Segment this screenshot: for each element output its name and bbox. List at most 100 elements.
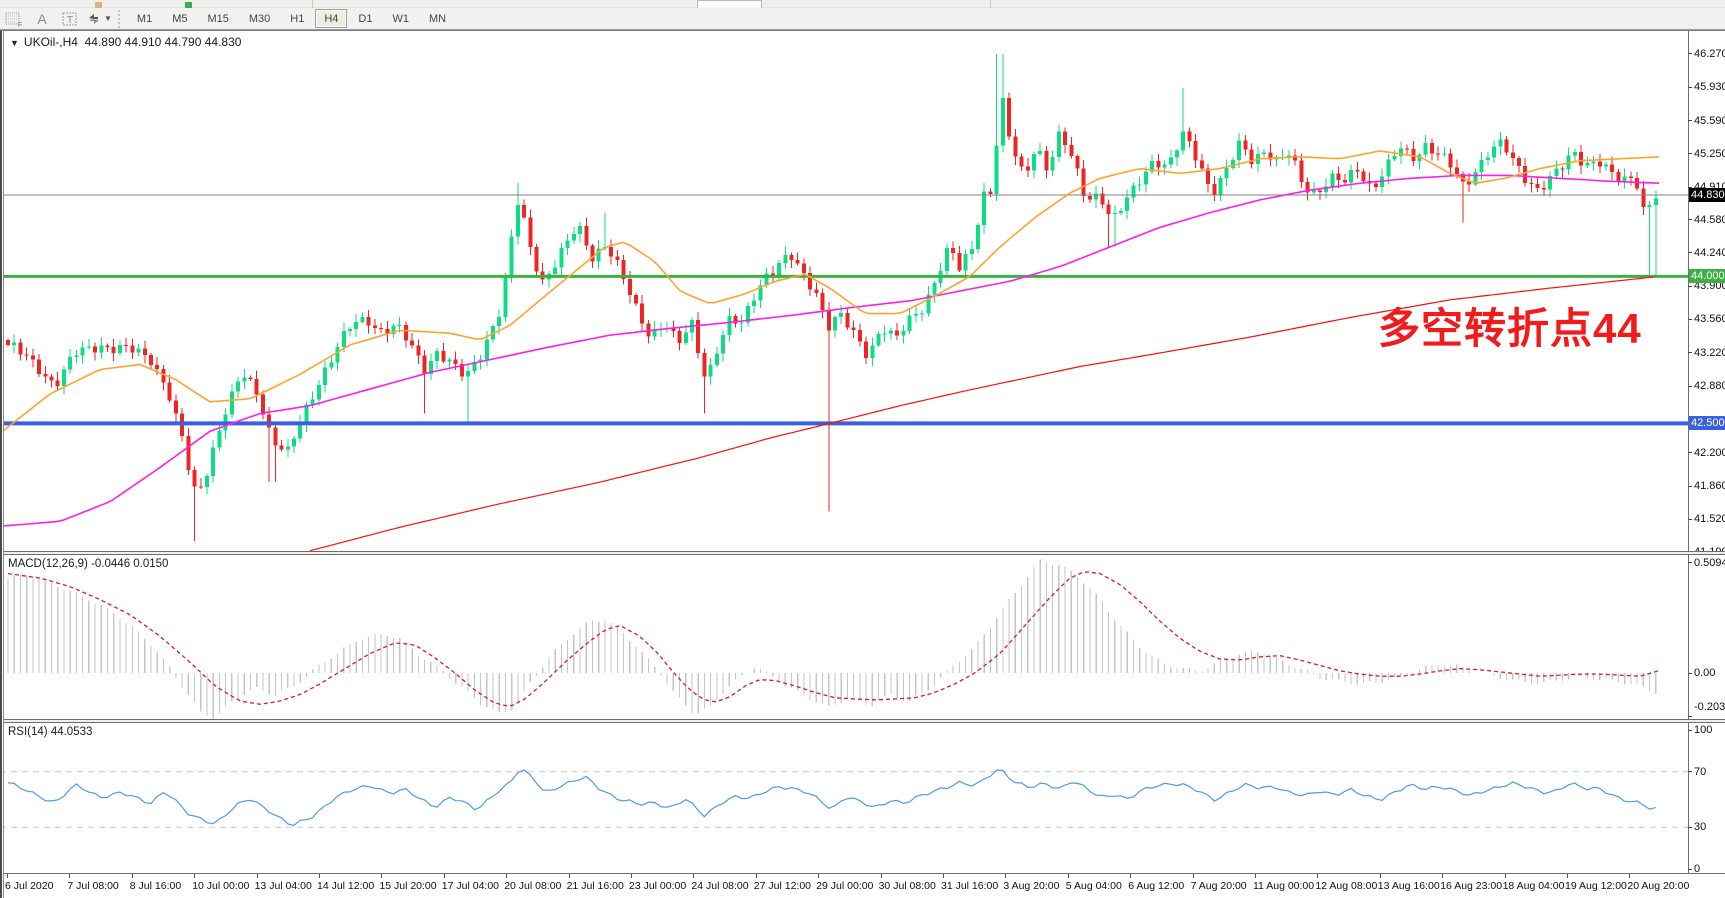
timeframe-button-d1[interactable]: D1 <box>349 9 381 28</box>
time-axis-label: 13 Jul 04:00 <box>255 880 312 892</box>
macd-tick <box>1688 673 1692 674</box>
rsi-panel: RSI(14) 44.0533 10070300 <box>0 723 1725 873</box>
timeframe-button-m15[interactable]: M15 <box>198 9 237 28</box>
price-axis-label: 45.590 <box>1694 115 1725 127</box>
time-axis-label: 7 Aug 20:00 <box>1191 880 1247 892</box>
timeframe-button-m5[interactable]: M5 <box>163 9 196 28</box>
time-tick <box>194 874 195 878</box>
price-tick <box>1688 319 1692 320</box>
price-axis-label: 43.560 <box>1694 313 1725 325</box>
price-tick <box>1688 219 1692 220</box>
rsi-tick <box>1688 730 1692 731</box>
price-axis-label: 42.200 <box>1694 447 1725 459</box>
rsi-chart-canvas[interactable] <box>0 723 1688 873</box>
panel-splitter[interactable] <box>0 719 1725 723</box>
macd-panel: MACD(12,26,9) -0.0446 0.0150 0.5094 0.00 -… <box>0 555 1725 719</box>
main-chart-canvas[interactable] <box>0 31 1688 551</box>
time-tick <box>257 874 258 878</box>
timeframe-button-w1[interactable]: W1 <box>383 9 418 28</box>
main-price-panel: ▼UKOil-,H4 44.890 44.910 44.790 44.830 多… <box>0 31 1725 551</box>
time-tick <box>381 874 382 878</box>
macd-chart-canvas[interactable] <box>0 555 1688 719</box>
timeframe-button-m1[interactable]: M1 <box>128 9 161 28</box>
time-axis-label: 12 Aug 08:00 <box>1315 880 1377 892</box>
time-axis-label: 3 Aug 20:00 <box>1003 880 1059 892</box>
time-tick <box>693 874 694 878</box>
time-axis-label: 10 Jul 00:00 <box>192 880 249 892</box>
toolbar-separator <box>990 0 991 8</box>
time-axis-label: 5 Aug 04:00 <box>1066 880 1122 892</box>
time-tick <box>1317 874 1318 878</box>
rsi-tick <box>1688 827 1692 828</box>
indicators-dropdown-icon[interactable]: ▼ <box>86 9 112 29</box>
price-axis-label: 45.250 <box>1694 148 1725 160</box>
time-axis-label: 20 Jul 08:00 <box>504 880 561 892</box>
truncated-button <box>697 0 762 8</box>
timeframe-button-mn[interactable]: MN <box>420 9 455 28</box>
time-tick <box>631 874 632 878</box>
time-tick <box>1005 874 1006 878</box>
rsi-label: RSI(14) 44.0533 <box>8 726 92 738</box>
price-tick <box>1688 87 1692 88</box>
rsi-axis-label: 100 <box>1694 724 1712 736</box>
time-tick <box>1255 874 1256 878</box>
macd-axis-label: 0.5094 <box>1694 557 1725 569</box>
chart-ohlc-values: 44.890 44.910 44.790 44.830 <box>85 35 242 49</box>
price-tick <box>1688 53 1692 54</box>
time-tick <box>7 874 8 878</box>
time-tick <box>943 874 944 878</box>
rsi-axis-label: 30 <box>1694 821 1706 833</box>
time-axis-label: 6 Aug 12:00 <box>1128 880 1184 892</box>
price-tick <box>1688 120 1692 121</box>
time-axis-label: 11 Aug 00:00 <box>1253 880 1314 892</box>
time-tick <box>69 874 70 878</box>
macd-tick <box>1688 716 1692 717</box>
timeframe-button-h1[interactable]: H1 <box>281 9 313 28</box>
macd-axis-rail <box>1688 555 1689 719</box>
timeframe-button-h4[interactable]: H4 <box>315 9 347 28</box>
time-tick <box>1442 874 1443 878</box>
time-tick <box>1193 874 1194 878</box>
price-axis-label: 41.520 <box>1694 513 1725 525</box>
svg-text:F: F <box>18 22 22 27</box>
text-label-icon[interactable]: A <box>30 9 54 29</box>
time-tick <box>1505 874 1506 878</box>
text-box-icon[interactable]: T <box>58 9 82 29</box>
price-axis-label: 45.930 <box>1694 81 1725 93</box>
timeframe-button-m30[interactable]: M30 <box>240 9 279 28</box>
price-axis-rail <box>1688 31 1689 551</box>
price-tick <box>1688 252 1692 253</box>
price-badge: 44.830 <box>1689 188 1725 202</box>
templates-grid-icon[interactable]: F <box>2 9 26 29</box>
time-tick <box>818 874 819 878</box>
time-axis-label: 15 Jul 20:00 <box>379 880 436 892</box>
macd-axis-label: -0.2032 <box>1694 701 1725 713</box>
time-axis-label: 29 Jul 00:00 <box>816 880 873 892</box>
time-axis[interactable]: 6 Jul 20207 Jul 08:008 Jul 16:0010 Jul 0… <box>0 873 1725 898</box>
panel-splitter[interactable] <box>0 551 1725 555</box>
time-axis-label: 23 Jul 00:00 <box>629 880 686 892</box>
toolbar-separator <box>312 0 313 8</box>
price-axis-label: 41.860 <box>1694 480 1725 492</box>
price-badge: 42.500 <box>1689 416 1725 430</box>
price-axis-label: 42.880 <box>1694 380 1725 392</box>
macd-tick <box>1688 562 1692 563</box>
price-tick <box>1688 286 1692 287</box>
price-tick <box>1688 153 1692 154</box>
macd-label: MACD(12,26,9) -0.0446 0.0150 <box>8 558 168 570</box>
rsi-tick <box>1688 771 1692 772</box>
chart-symbol-period: UKOil-,H4 <box>24 35 78 49</box>
price-tick <box>1688 386 1692 387</box>
time-axis-label: 21 Jul 16:00 <box>567 880 624 892</box>
time-tick <box>506 874 507 878</box>
rsi-tick <box>1688 869 1692 870</box>
time-axis-label: 20 Aug 20:00 <box>1627 880 1689 892</box>
price-badge: 44.000 <box>1689 269 1725 283</box>
price-axis-label: 44.240 <box>1694 247 1725 259</box>
macd-axis-label: 0.00 <box>1694 667 1715 679</box>
time-axis-label: 30 Jul 08:00 <box>879 880 936 892</box>
chart-dropdown-icon[interactable]: ▼ <box>10 38 19 48</box>
time-axis-label: 6 Jul 2020 <box>5 880 53 892</box>
time-axis-label: 14 Jul 12:00 <box>317 880 374 892</box>
price-tick <box>1688 486 1692 487</box>
